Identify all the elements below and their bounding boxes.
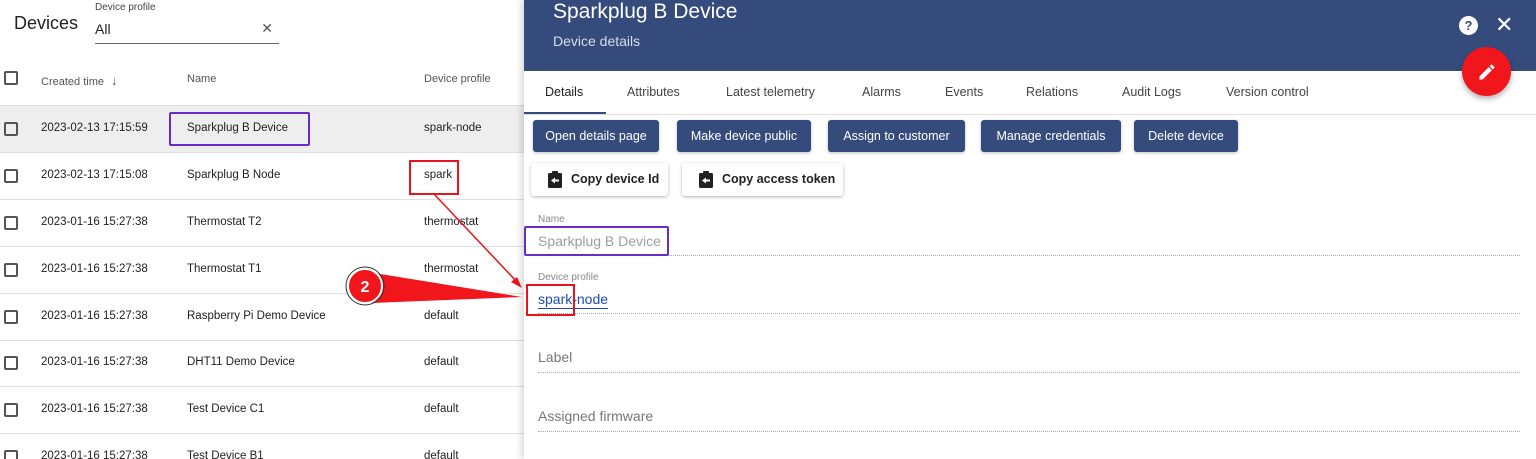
connector-arrow-head [511,277,522,288]
pointer-triangle [368,272,522,303]
step-number: 2 [361,279,370,296]
connector-arrow-line [433,193,519,284]
tutorial-annotation-overlay: 2 [345,193,522,306]
